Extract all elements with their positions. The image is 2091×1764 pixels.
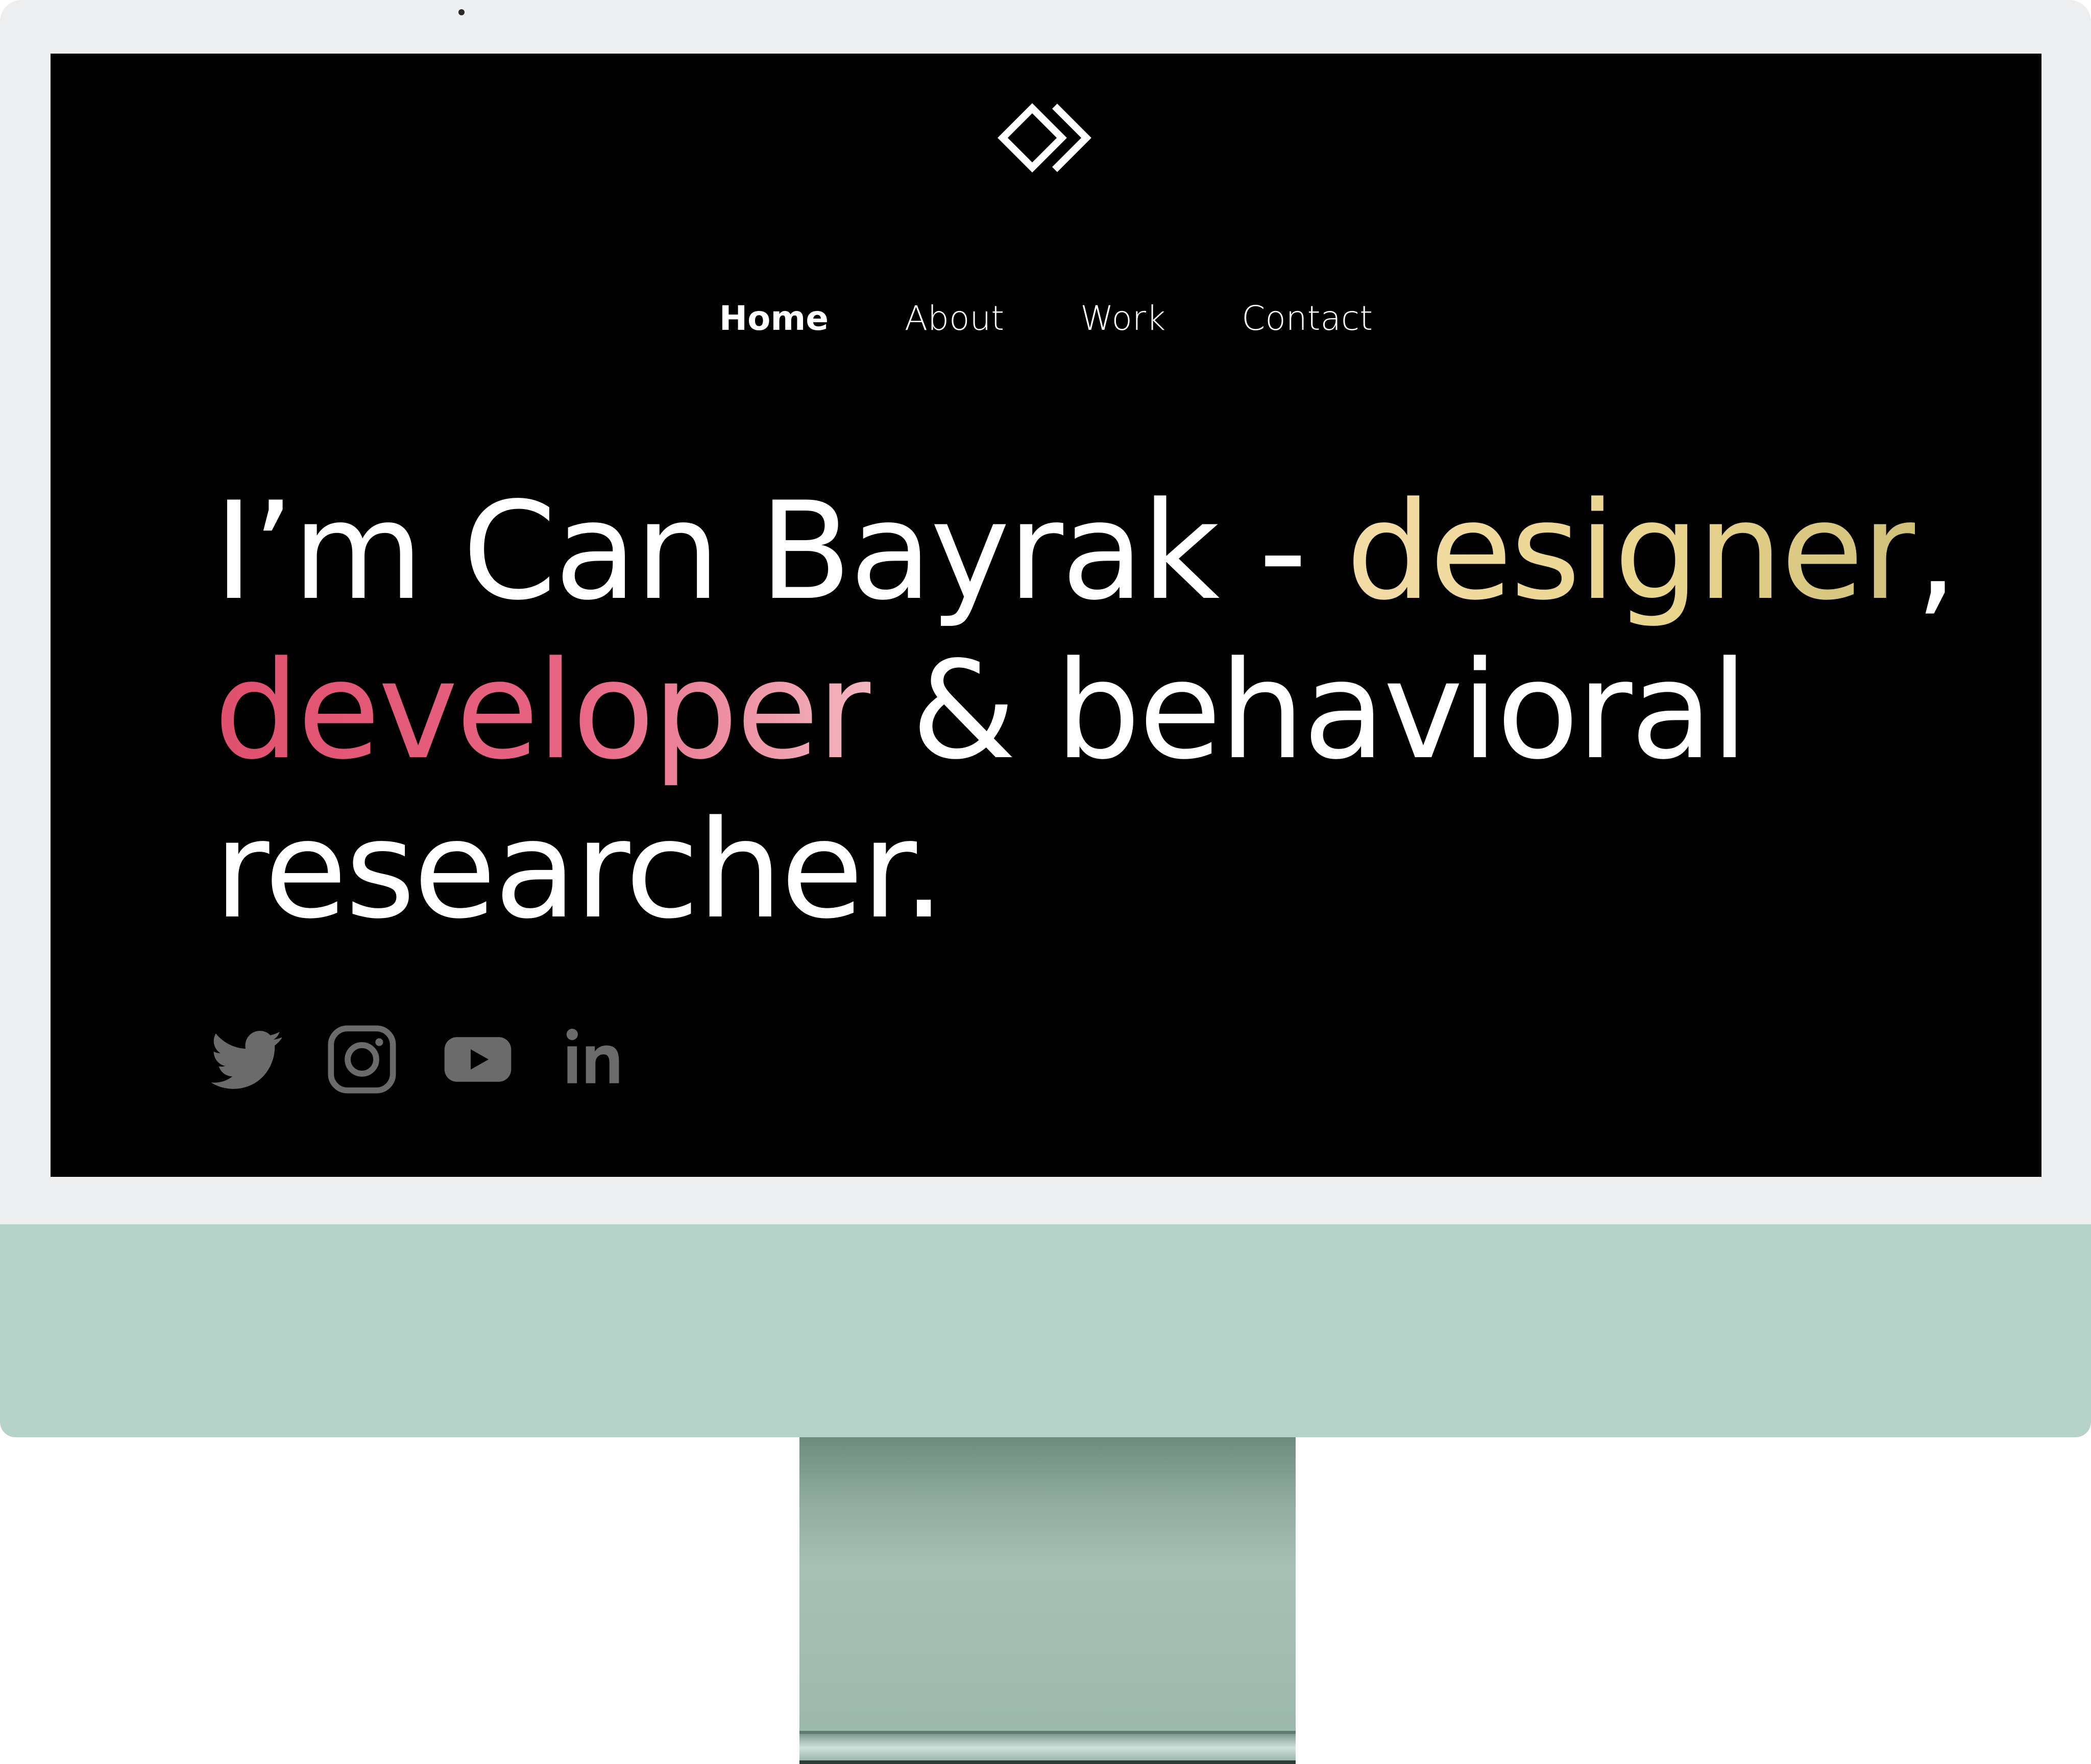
hero-highlight-designer: designer xyxy=(1346,473,1917,630)
twitter-icon[interactable] xyxy=(211,1024,283,1095)
stand-shadow xyxy=(799,1760,1296,1764)
nav-about[interactable]: About xyxy=(905,299,1004,338)
monitor-chin xyxy=(0,1224,2091,1437)
linkedin-icon[interactable] xyxy=(558,1024,630,1095)
youtube-icon[interactable] xyxy=(442,1024,514,1095)
hero-text-researcher: researcher. xyxy=(214,792,945,949)
hero-highlight-developer: developer xyxy=(214,633,872,789)
imac-mockup: Home About Work Contact I’m Can Bayrak -… xyxy=(0,0,2091,1764)
monitor-stand xyxy=(799,1437,1296,1764)
camera-dot xyxy=(458,9,465,15)
monitor-stand-foot xyxy=(799,1731,1296,1764)
website-screen: Home About Work Contact I’m Can Bayrak -… xyxy=(51,54,2041,1177)
hero-text-intro: I’m Can Bayrak - xyxy=(214,473,1346,630)
nav-home[interactable]: Home xyxy=(719,299,829,338)
hero-headline: I’m Can Bayrak - designer, developer & b… xyxy=(214,472,2001,950)
hero-text-behavioral: & behavioral xyxy=(870,633,1748,789)
nav-contact[interactable]: Contact xyxy=(1242,299,1373,338)
main-nav: Home About Work Contact xyxy=(51,299,2041,338)
instagram-icon[interactable] xyxy=(326,1024,398,1095)
nav-work[interactable]: Work xyxy=(1080,299,1165,338)
site-logo-icon[interactable] xyxy=(998,102,1100,179)
hero-text-comma: , xyxy=(1915,473,1958,630)
